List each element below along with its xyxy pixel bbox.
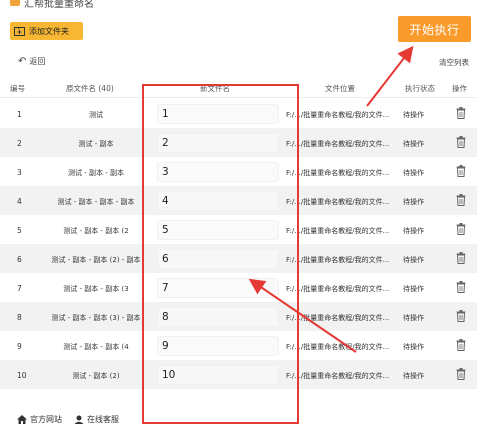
delete-icon[interactable] [456, 310, 466, 322]
row-new-filename-input[interactable]: 1 [157, 104, 279, 124]
support-icon [74, 415, 84, 424]
header-newname: 新文件名 [200, 84, 230, 93]
table-header: 编号 原文件名 (40) 新文件名 文件位置 执行状态 操作 [0, 76, 477, 98]
delete-icon[interactable] [456, 107, 466, 119]
row-status: 待操作 [403, 256, 424, 264]
table-row[interactable]: 3 测试 - 副本 - 副本 3 F:/.../批量重命名教程/我的文件... 待操作 [0, 157, 477, 186]
footer-bar: 官方网站 在线客服 [0, 410, 477, 428]
table-row[interactable]: 7 测试 - 副本 - 副本 (3 7 F:/.../批量重命名教程/我的文件... 待… [0, 273, 477, 302]
row-status: 待操作 [403, 111, 424, 119]
row-new-filename-input[interactable]: 3 [157, 162, 279, 182]
header-op: 操作 [452, 84, 467, 93]
table-row[interactable]: 1 测试 1 F:/.../批量重命名教程/我的文件... 待操作 [0, 99, 477, 128]
app-logo-icon [10, 0, 20, 6]
row-new-filename-input[interactable]: 10 [157, 365, 279, 385]
add-folder-button[interactable]: 添加文件夹 [10, 22, 83, 40]
row-new-filename-input[interactable]: 2 [157, 133, 279, 153]
row-new-filename-input[interactable]: 9 [157, 336, 279, 356]
row-status: 待操作 [403, 198, 424, 206]
table-row[interactable]: 4 测试 - 副本 - 副本 - 副本 4 F:/.../批量重命名教程/我的文件..… [0, 186, 477, 215]
row-new-filename-input[interactable]: 6 [157, 249, 279, 269]
row-original-filename: 测试 - 副本 - 副本 (4 [63, 343, 129, 351]
row-file-location: F:/.../批量重命名教程/我的文件... [286, 198, 390, 206]
delete-icon[interactable] [456, 136, 466, 148]
delete-icon[interactable] [456, 165, 466, 177]
delete-icon[interactable] [456, 223, 466, 235]
table-row[interactable]: 6 测试 - 副本 - 副本 (2) - 副本 6 F:/.../批量重命名教程/我的… [0, 244, 477, 273]
row-original-filename: 测试 [89, 111, 103, 119]
row-new-filename-input[interactable]: 8 [157, 307, 279, 327]
row-number: 2 [17, 139, 22, 148]
row-file-location: F:/.../批量重命名教程/我的文件... [286, 372, 390, 380]
table-row[interactable]: 2 测试 - 副本 2 F:/.../批量重命名教程/我的文件... 待操作 [0, 128, 477, 157]
row-number: 9 [17, 342, 22, 351]
table-row[interactable]: 5 测试 - 副本 - 副本 (2 5 F:/.../批量重命名教程/我的文件... 待… [0, 215, 477, 244]
row-file-location: F:/.../批量重命名教程/我的文件... [286, 314, 390, 322]
row-status: 待操作 [403, 372, 424, 380]
header-num: 编号 [10, 84, 25, 93]
row-new-filename-input[interactable]: 5 [157, 220, 279, 240]
row-file-location: F:/.../批量重命名教程/我的文件... [286, 111, 390, 119]
row-number: 6 [17, 255, 22, 264]
row-number: 7 [17, 284, 22, 293]
table-row[interactable]: 9 测试 - 副本 - 副本 (4 9 F:/.../批量重命名教程/我的文件... 待… [0, 331, 477, 360]
row-new-filename-input[interactable]: 4 [157, 191, 279, 211]
row-number: 5 [17, 226, 22, 235]
row-number: 1 [17, 110, 22, 119]
row-new-filename-input[interactable]: 7 [157, 278, 279, 298]
row-status: 待操作 [403, 314, 424, 322]
add-folder-icon [14, 27, 25, 36]
row-number: 10 [17, 371, 27, 380]
row-original-filename: 测试 - 副本 [78, 140, 114, 148]
row-original-filename: 测试 - 副本 - 副本 (3 [63, 285, 129, 293]
table-row[interactable]: 8 测试 - 副本 - 副本 (3) - 副本 8 F:/.../批量重命名教程/我的… [0, 302, 477, 331]
clear-list-button[interactable]: 清空列表 [439, 57, 469, 68]
row-original-filename: 测试 - 副本 - 副本 (3) - 副本 [51, 314, 141, 322]
online-support-label: 在线客服 [87, 414, 119, 424]
row-number: 4 [17, 197, 22, 206]
window-title: 汇帮批量重命名 [24, 0, 94, 8]
header-status: 执行状态 [405, 84, 435, 93]
row-file-location: F:/.../批量重命名教程/我的文件... [286, 285, 390, 293]
table-row[interactable]: 10 测试 - 副本 (2) 10 F:/.../批量重命名教程/我的文件... 待操作 [0, 360, 477, 389]
row-number: 3 [17, 168, 22, 177]
online-support-link[interactable]: 在线客服 [74, 414, 119, 425]
header-filename[interactable]: 原文件名 (40) [66, 83, 114, 94]
row-original-filename: 测试 - 副本 (2) [72, 372, 120, 380]
undo-icon: ↶ [18, 56, 27, 67]
row-status: 待操作 [403, 169, 424, 177]
start-button[interactable]: 开始执行 [398, 16, 471, 42]
row-file-location: F:/.../批量重命名教程/我的文件... [286, 227, 390, 235]
row-status: 待操作 [403, 285, 424, 293]
row-file-location: F:/.../批量重命名教程/我的文件... [286, 140, 390, 148]
delete-icon[interactable] [456, 281, 466, 293]
delete-icon[interactable] [456, 368, 466, 380]
official-website-link[interactable]: 官方网站 [17, 414, 62, 425]
home-icon [17, 414, 27, 424]
row-file-location: F:/.../批量重命名教程/我的文件... [286, 343, 390, 351]
delete-icon[interactable] [456, 194, 466, 206]
row-status: 待操作 [403, 140, 424, 148]
header-location: 文件位置 [325, 84, 355, 93]
row-original-filename: 测试 - 副本 - 副本 - 副本 [57, 198, 135, 206]
row-original-filename: 测试 - 副本 - 副本 [68, 169, 124, 177]
undo-label: 返回 [29, 57, 46, 66]
row-file-location: F:/.../批量重命名教程/我的文件... [286, 169, 390, 177]
add-folder-label: 添加文件夹 [29, 26, 69, 36]
official-website-label: 官方网站 [30, 414, 62, 424]
row-number: 8 [17, 313, 22, 322]
row-status: 待操作 [403, 343, 424, 351]
delete-icon[interactable] [456, 252, 466, 264]
row-file-location: F:/.../批量重命名教程/我的文件... [286, 256, 390, 264]
delete-icon[interactable] [456, 339, 466, 351]
row-status: 待操作 [403, 227, 424, 235]
undo-button[interactable]: ↶ 返回 [18, 56, 45, 67]
row-original-filename: 测试 - 副本 - 副本 (2) - 副本 [51, 256, 141, 264]
title-bar: 汇帮批量重命名 [0, 0, 477, 8]
row-original-filename: 测试 - 副本 - 副本 (2 [63, 227, 129, 235]
